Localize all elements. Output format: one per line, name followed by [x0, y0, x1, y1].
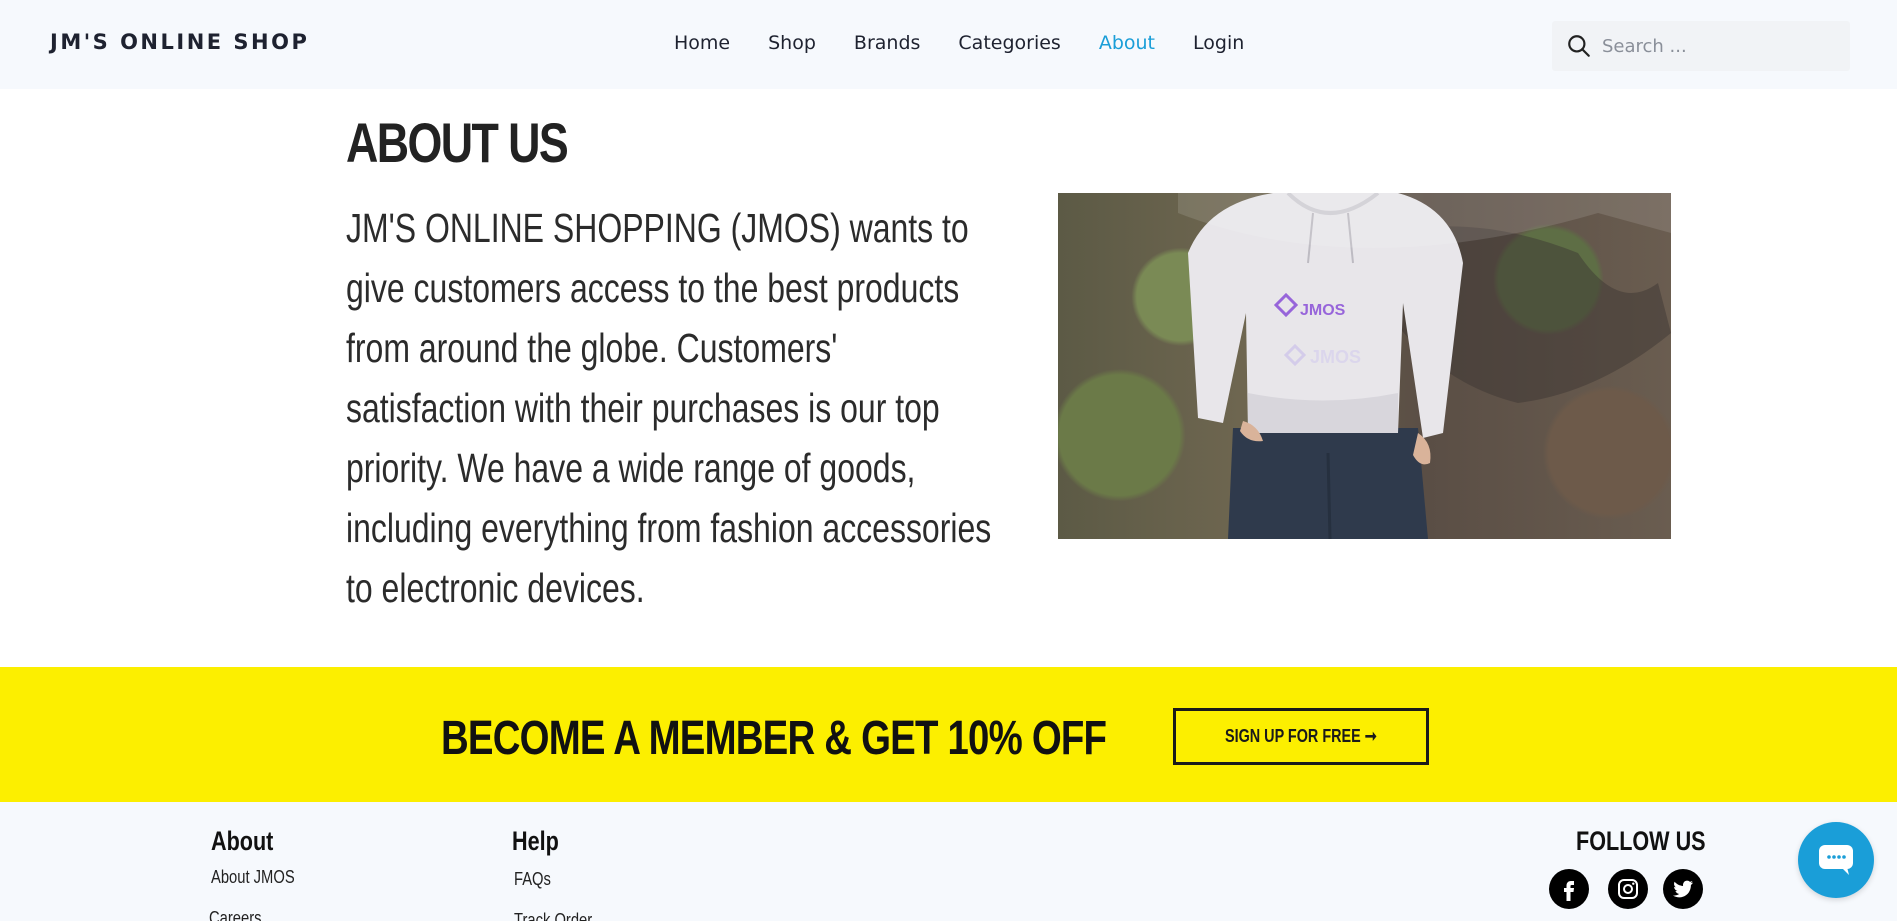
main-nav: Home Shop Brands Categories About Login: [674, 32, 1282, 54]
twitter-icon[interactable]: [1663, 869, 1703, 909]
footer-link-about-jmos[interactable]: About JMOS: [211, 867, 295, 888]
chat-widget-button[interactable]: [1798, 822, 1874, 898]
signup-button-label: SIGN UP FOR FREE ➞: [1225, 726, 1377, 746]
image-logo-text: JMOS: [1300, 302, 1346, 319]
nav-login[interactable]: Login: [1193, 32, 1244, 54]
site-header: JM'S ONLINE SHOP Home Shop Brands Catego…: [0, 0, 1897, 89]
instagram-icon[interactable]: [1608, 869, 1648, 909]
about-photo: JMOS JMOS: [1058, 193, 1671, 539]
footer-help-title: Help: [512, 826, 559, 856]
nav-categories[interactable]: Categories: [958, 32, 1060, 54]
search-input[interactable]: [1602, 29, 1832, 63]
image-logo-watermark: JMOS: [1310, 347, 1361, 367]
site-brand[interactable]: JM'S ONLINE SHOP: [50, 30, 309, 54]
about-description: JM'S ONLINE SHOPPING (JMOS) wants to giv…: [346, 205, 992, 611]
membership-banner: BECOME A MEMBER & GET 10% OFF SIGN UP FO…: [0, 667, 1897, 802]
follow-us-title: FOLLOW US: [1576, 826, 1706, 856]
nav-about[interactable]: About: [1099, 32, 1155, 54]
search-icon[interactable]: [1566, 33, 1592, 59]
site-footer: About About JMOS Careers Help FAQs Track…: [0, 802, 1897, 921]
footer-about-title: About: [211, 826, 274, 856]
signup-button[interactable]: SIGN UP FOR FREE ➞: [1173, 708, 1429, 765]
nav-home[interactable]: Home: [674, 32, 730, 54]
facebook-icon[interactable]: [1549, 869, 1589, 909]
footer-link-faqs[interactable]: FAQs: [514, 869, 551, 890]
nav-shop[interactable]: Shop: [768, 32, 816, 54]
chat-icon: [1819, 845, 1853, 875]
search-box: [1552, 21, 1850, 71]
footer-link-track-order[interactable]: Track Order: [514, 910, 592, 921]
membership-headline: BECOME A MEMBER & GET 10% OFF: [441, 712, 1107, 765]
page-title: ABOUT US: [346, 111, 569, 174]
nav-brands[interactable]: Brands: [854, 32, 921, 54]
footer-link-careers[interactable]: Careers: [209, 908, 262, 921]
